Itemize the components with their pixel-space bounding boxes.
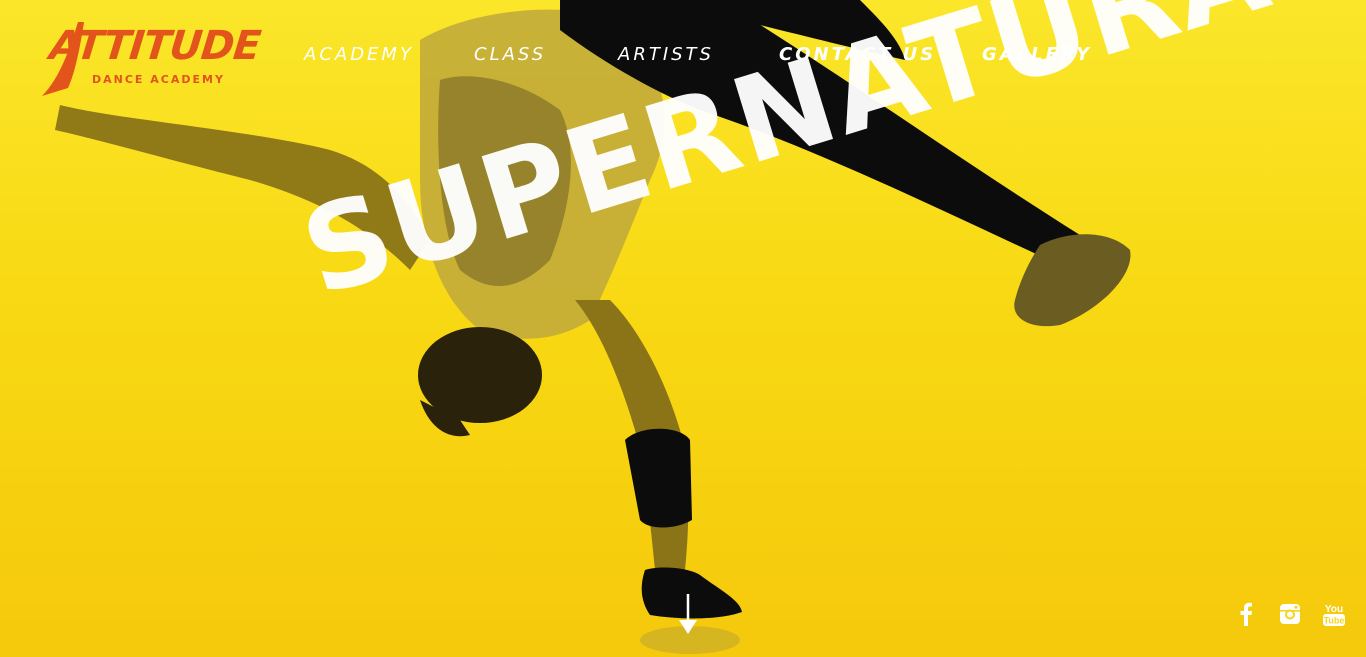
arrow-down-icon	[679, 594, 697, 634]
nav-academy[interactable]: ACADEMY	[304, 44, 414, 65]
svg-text:Tube: Tube	[1324, 616, 1345, 626]
nav-artists[interactable]: ARTISTS	[618, 44, 714, 65]
hero-section: SUPERNATURAL ATTITUDE DANCE ACADEMY ACAD…	[0, 0, 1366, 657]
social-links: You Tube	[1232, 600, 1348, 628]
svg-text:You: You	[1325, 604, 1343, 615]
main-nav: ACADEMY CLASS ARTISTS CONTACT US GALLERY	[0, 44, 1366, 70]
nav-class[interactable]: CLASS	[474, 44, 546, 65]
instagram-icon[interactable]	[1276, 600, 1304, 628]
nav-contact-us[interactable]: CONTACT US	[779, 44, 936, 65]
nav-gallery[interactable]: GALLERY	[982, 44, 1092, 65]
logo-tagline: DANCE ACADEMY	[92, 73, 225, 86]
youtube-icon[interactable]: You Tube	[1320, 600, 1348, 628]
facebook-icon[interactable]	[1232, 600, 1260, 628]
scroll-down-button[interactable]	[676, 592, 700, 636]
